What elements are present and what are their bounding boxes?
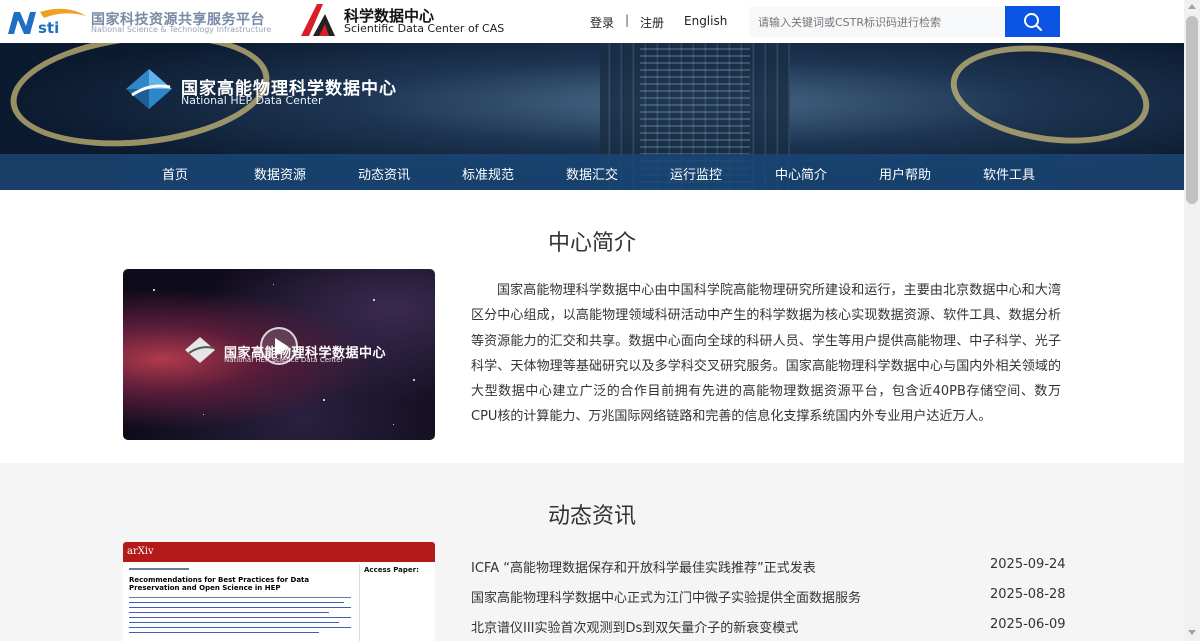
page-scrollbar[interactable] [1184, 0, 1200, 641]
search-input[interactable] [749, 7, 1005, 37]
nav-software[interactable]: 软件工具 [983, 164, 1035, 183]
sdc-logo[interactable] [297, 2, 339, 38]
intro-section-title: 中心简介 [547, 231, 636, 256]
scroll-thumb[interactable] [1186, 16, 1198, 204]
login-link[interactable]: 登录 [590, 14, 614, 31]
nav-about[interactable]: 中心简介 [775, 164, 827, 183]
news-item[interactable]: ICFA “高能物理数据保存和开放科学最佳实践推荐”正式发表 [471, 557, 941, 576]
arxiv-sidebar: Access Paper: [359, 564, 431, 641]
nsti-title-en: National Science & Technology Infrastruc… [91, 25, 272, 34]
scroll-up-icon[interactable] [1188, 4, 1196, 9]
intro-video[interactable]: 国家高能物理科学数据中心 National HEP Science Data C… [123, 269, 435, 440]
news-item[interactable]: 国家高能物理科学数据中心正式为江门中微子实验提供全面数据服务 [471, 587, 941, 606]
nav-news[interactable]: 动态资讯 [358, 164, 410, 183]
nav-standards[interactable]: 标准规范 [462, 164, 514, 183]
arxiv-paper-title: Recommendations for Best Practices for D… [129, 576, 310, 592]
video-logo [185, 337, 215, 363]
news-date: 2025-09-24 [990, 557, 1066, 572]
top-bar: sti 国家科技资源共享服务平台 National Science & Tech… [0, 0, 1184, 43]
news-item[interactable]: 北京谱仪III实验首次观测到Ds到双矢量介子的新衰变模式 [471, 617, 941, 636]
search-icon [1023, 12, 1042, 31]
hep-logo[interactable] [120, 65, 178, 113]
nav-data-resources[interactable]: 数据资源 [254, 164, 306, 183]
banner-title-en: National HEP Data Center [181, 94, 323, 107]
news-date: 2025-06-09 [990, 617, 1066, 632]
nav-monitoring[interactable]: 运行监控 [670, 164, 722, 183]
english-link[interactable]: English [684, 14, 727, 28]
nav-help[interactable]: 用户帮助 [879, 164, 931, 183]
scroll-down-icon[interactable] [1188, 630, 1196, 635]
news-date: 2025-08-28 [990, 587, 1066, 602]
arxiv-logo: arXiv [127, 546, 154, 557]
nav-data-submission[interactable]: 数据汇交 [566, 164, 618, 183]
main-nav: 首页 数据资源 动态资讯 标准规范 数据汇交 运行监控 中心简介 用户帮助 软件… [0, 154, 1184, 190]
separator: | [625, 13, 630, 27]
nsti-logo[interactable]: sti [6, 6, 88, 38]
news-section-title: 动态资讯 [547, 504, 636, 529]
search-button[interactable] [1005, 6, 1060, 37]
arxiv-header: arXiv [123, 542, 435, 562]
play-icon[interactable] [260, 327, 298, 365]
nav-home[interactable]: 首页 [162, 164, 188, 183]
accelerator-ring-right [944, 43, 1156, 156]
arxiv-access-label: Access Paper: [364, 566, 419, 574]
intro-text: 国家高能物理科学数据中心由中国科学院高能物理研究所建设和运行，主要由北京数据中心… [471, 283, 1061, 425]
sdc-title-en: Scientific Data Center of CAS [344, 22, 505, 35]
news-thumbnail[interactable]: arXiv Recommendations for Best Practices… [123, 542, 435, 641]
register-link[interactable]: 注册 [640, 14, 664, 31]
svg-text:sti: sti [38, 19, 59, 37]
